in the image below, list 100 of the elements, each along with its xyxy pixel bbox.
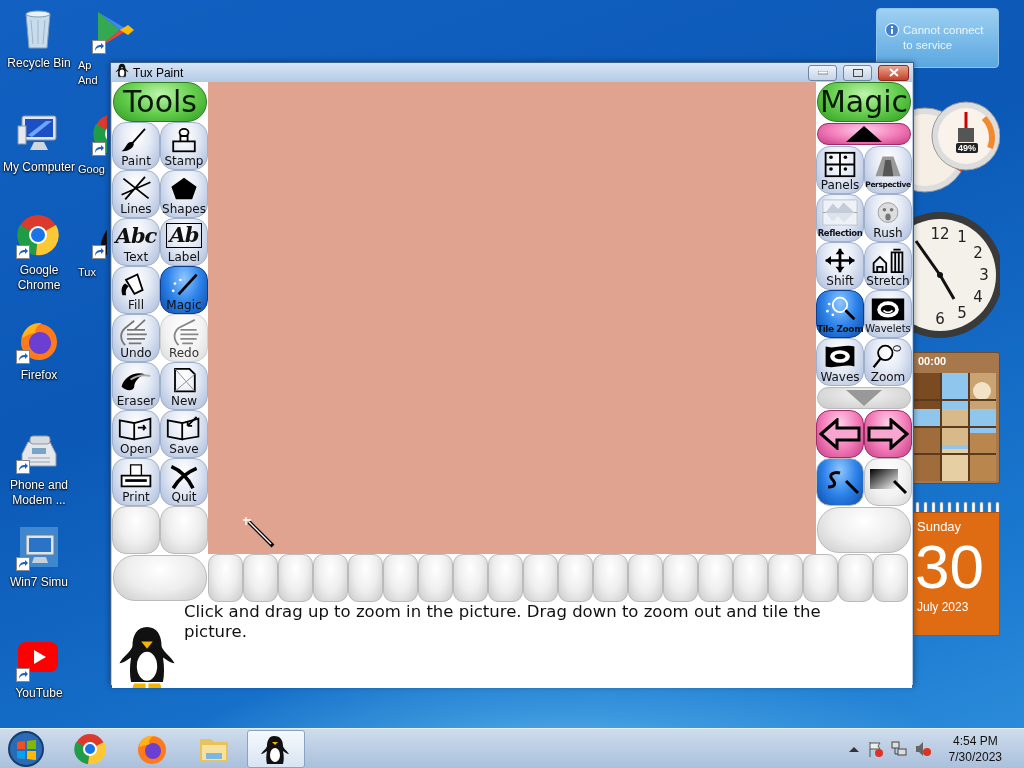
- magic-tool-button[interactable]: Panels: [816, 146, 864, 194]
- tool-button[interactable]: Magic: [160, 266, 208, 314]
- empty-color-slot: [628, 554, 663, 602]
- tool-button[interactable]: New: [160, 362, 208, 410]
- tool-button[interactable]: Paint: [112, 122, 160, 170]
- magic-tool-button[interactable]: Wavelets: [864, 290, 912, 338]
- start-button[interactable]: [6, 728, 46, 768]
- calendar-day: 30: [915, 534, 984, 600]
- tool-button[interactable]: Eraser: [112, 362, 160, 410]
- clock-numeral: 5: [957, 304, 967, 323]
- maximize-button[interactable]: [843, 64, 872, 81]
- magic-tool-button[interactable]: Shift: [816, 242, 864, 290]
- empty-color-slot: [558, 554, 593, 602]
- panel-title: Magic: [817, 82, 911, 122]
- desktop-icon-label: Phone and Modem ...: [8, 478, 70, 508]
- panels-icon: [822, 151, 858, 178]
- speaker-muted-icon[interactable]: [914, 740, 931, 757]
- tool-button[interactable]: Ab Label: [160, 218, 208, 266]
- clock-numeral: 6: [935, 310, 945, 328]
- empty-color-slot: [278, 554, 313, 602]
- tool-button[interactable]: Save: [160, 410, 208, 458]
- tool-button[interactable]: Fill: [112, 266, 160, 314]
- desktop-icon-label: Goog: [78, 162, 105, 177]
- magic-tool-button[interactable]: Tile Zoom: [816, 290, 864, 338]
- open-book-icon: [166, 415, 202, 442]
- empty-color-slot: [768, 554, 803, 602]
- tool-button[interactable]: Open: [112, 410, 160, 458]
- arrow-left-icon: [819, 418, 861, 450]
- crossed-lines-icon: [118, 175, 154, 202]
- taskbar-button[interactable]: [247, 729, 305, 768]
- scroll-up-button[interactable]: [817, 123, 911, 145]
- close-button[interactable]: [878, 64, 909, 81]
- empty-color-slot: [348, 554, 383, 602]
- empty-color-slot: [313, 554, 348, 602]
- calendar-weekday: Sunday: [917, 519, 962, 534]
- mode-button[interactable]: [816, 458, 864, 506]
- panel-title: Tools: [113, 82, 207, 122]
- tool-button[interactable]: Shapes: [160, 170, 208, 218]
- tool-button[interactable]: Undo: [112, 314, 160, 362]
- instruction-text: Click and drag up to zoom in the picture. Drag down to zoom out and tile the picture.: [184, 602, 822, 642]
- taskbar-time: 4:54 PM: [952, 732, 998, 749]
- next-button[interactable]: [864, 410, 912, 458]
- magic-tool-button[interactable]: Rush: [864, 194, 912, 242]
- network-icon[interactable]: [890, 740, 907, 757]
- tool-button[interactable]: Abc Text: [112, 218, 160, 266]
- notification-text: Cannot connect to service: [903, 23, 985, 53]
- empty-color-slot: [523, 554, 558, 602]
- empty-color-slot: [733, 554, 768, 602]
- desktop-icon-label: Win7 Simu: [10, 575, 68, 590]
- tool-button[interactable]: Stamp: [160, 122, 208, 170]
- gradient-wand-icon: [868, 467, 908, 497]
- shortcut-arrow-icon: [16, 557, 30, 571]
- tool-button[interactable]: Quit: [160, 458, 208, 506]
- triangle-up-icon: [846, 126, 882, 142]
- shortcut-arrow-icon: [92, 40, 106, 54]
- empty-color-slot: [873, 554, 908, 602]
- minimize-icon: [817, 70, 828, 75]
- magic-tool-button[interactable]: Waves: [816, 338, 864, 386]
- show-hidden-icons-icon[interactable]: [848, 744, 859, 753]
- gauge-reading: 49%: [956, 143, 978, 153]
- previous-button[interactable]: [816, 410, 864, 458]
- shortcut-arrow-icon: [16, 668, 30, 682]
- mode-button[interactable]: [864, 458, 912, 506]
- minimize-button[interactable]: [808, 64, 837, 81]
- empty-color-slot: [453, 554, 488, 602]
- clock-numeral: 4: [973, 288, 983, 306]
- tool-button[interactable]: Lines: [112, 170, 160, 218]
- arrow-right-icon: [867, 418, 909, 450]
- magic-tool-button[interactable]: Reflection: [816, 194, 864, 242]
- magic-tool-button[interactable]: Zoom: [864, 338, 912, 386]
- browser-icon[interactable]: [16, 213, 60, 257]
- clock-numeral: 1: [957, 227, 967, 246]
- calendar-month: July 2023: [917, 600, 969, 614]
- browser-icon: [74, 732, 106, 765]
- clock-numeral: 3: [979, 266, 989, 284]
- desktop-icon-label: Tux: [78, 265, 96, 280]
- empty-color-slot: [698, 554, 733, 602]
- desktop-icon-label: Google Chrome: [16, 263, 62, 293]
- desktop-icon-label: Recycle Bin: [7, 56, 71, 71]
- tool-button[interactable]: Print: [112, 458, 160, 506]
- close-icon: [888, 68, 899, 77]
- empty-color-slot: [663, 554, 698, 602]
- shortcut-arrow-icon: [16, 245, 30, 259]
- window-title: Tux Paint: [133, 65, 185, 80]
- taskbar-date: 7/30/2023: [948, 748, 1002, 765]
- app-penguin-icon: [115, 63, 129, 78]
- flag-icon[interactable]: [866, 740, 883, 757]
- magic-tool-button[interactable]: Stretch: [864, 242, 912, 290]
- clock-numeral: 2: [973, 244, 983, 262]
- empty-color-slot: [488, 554, 523, 602]
- empty-color-slot: [838, 554, 873, 602]
- empty-color-slot: [418, 554, 453, 602]
- desktop-icon-label: My Computer: [3, 160, 75, 175]
- empty-color-slot: [803, 554, 838, 602]
- open-book-icon: [118, 415, 154, 442]
- desktop-icon-label: YouTube: [15, 686, 63, 701]
- wand-cursor-icon: [243, 516, 277, 548]
- shortcut-arrow-icon: [16, 460, 30, 474]
- printer-icon: [118, 463, 154, 490]
- triangle-down-icon: [846, 390, 882, 406]
